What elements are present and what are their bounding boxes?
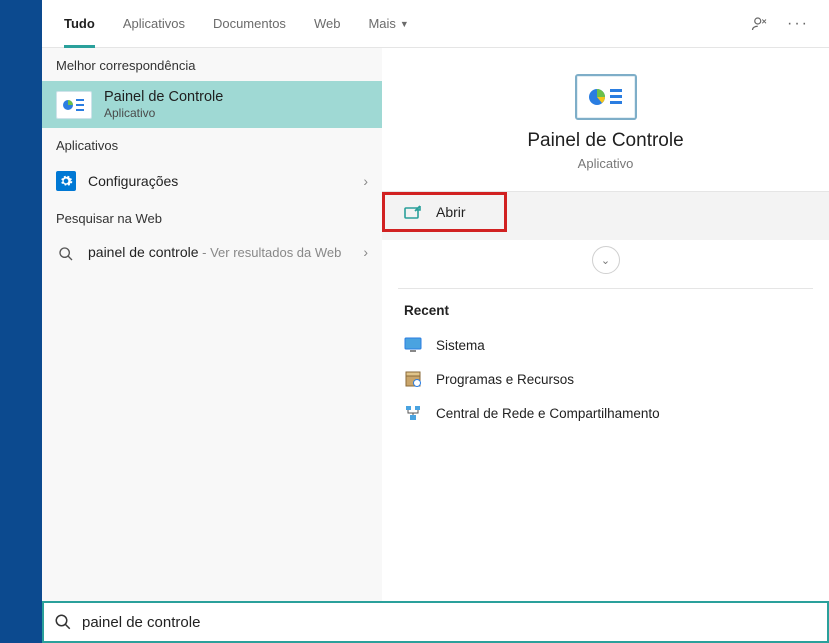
chevron-right-icon: ›	[363, 244, 368, 260]
results-list: Melhor correspondência Painel de Control…	[42, 48, 382, 643]
tab-tudo[interactable]: Tudo	[50, 0, 109, 48]
network-icon	[404, 404, 422, 422]
control-panel-icon-large	[575, 74, 637, 120]
monitor-icon	[404, 336, 422, 354]
box-icon	[404, 370, 422, 388]
best-match-item[interactable]: Painel de Controle Aplicativo	[42, 81, 382, 128]
best-match-header: Melhor correspondência	[42, 48, 382, 81]
recent-item-rede[interactable]: Central de Rede e Compartilhamento	[382, 396, 829, 430]
tab-mais[interactable]: Mais▼	[354, 0, 422, 48]
web-item[interactable]: painel de controle - Ver resultados da W…	[42, 234, 382, 274]
gear-icon	[56, 171, 76, 191]
recent-item-label: Programas e Recursos	[436, 372, 574, 387]
detail-pane: Painel de Controle Aplicativo Abrir ⌄	[382, 48, 829, 643]
search-icon	[56, 244, 76, 264]
control-panel-icon	[56, 91, 92, 119]
search-bar[interactable]	[42, 601, 829, 643]
expand-button[interactable]: ⌄	[592, 246, 620, 274]
search-panel: Tudo Aplicativos Documentos Web Mais▼ ··…	[42, 0, 829, 643]
feedback-icon[interactable]	[751, 15, 769, 33]
search-icon	[54, 613, 72, 631]
recent-item-label: Sistema	[436, 338, 485, 353]
web-item-sub: - Ver resultados da Web	[199, 245, 342, 260]
detail-title: Painel de Controle	[527, 130, 683, 152]
web-header: Pesquisar na Web	[42, 201, 382, 234]
more-icon[interactable]: ···	[787, 15, 809, 33]
recent-item-label: Central de Rede e Compartilhamento	[436, 406, 660, 421]
web-item-label: painel de controle	[88, 244, 199, 260]
apps-header: Aplicativos	[42, 128, 382, 161]
app-item-configuracoes[interactable]: Configurações ›	[42, 161, 382, 201]
best-match-title: Painel de Controle	[104, 89, 223, 105]
recent-header: Recent	[382, 299, 829, 328]
chevron-down-icon: ⌄	[601, 254, 610, 267]
recent-item-sistema[interactable]: Sistema	[382, 328, 829, 362]
chevron-down-icon: ▼	[400, 19, 409, 29]
search-input[interactable]	[82, 614, 817, 631]
detail-sub: Aplicativo	[578, 156, 634, 171]
tabs-bar: Tudo Aplicativos Documentos Web Mais▼ ··…	[42, 0, 829, 48]
open-action[interactable]: Abrir	[382, 192, 507, 232]
tab-documentos[interactable]: Documentos	[199, 0, 300, 48]
recent-item-programas[interactable]: Programas e Recursos	[382, 362, 829, 396]
tab-aplicativos[interactable]: Aplicativos	[109, 0, 199, 48]
open-icon	[404, 205, 422, 219]
app-item-label: Configurações	[88, 173, 351, 189]
best-match-sub: Aplicativo	[104, 106, 223, 120]
tabs-actions: ···	[751, 15, 821, 33]
tab-web[interactable]: Web	[300, 0, 355, 48]
open-label: Abrir	[436, 204, 466, 220]
chevron-right-icon: ›	[363, 173, 368, 189]
